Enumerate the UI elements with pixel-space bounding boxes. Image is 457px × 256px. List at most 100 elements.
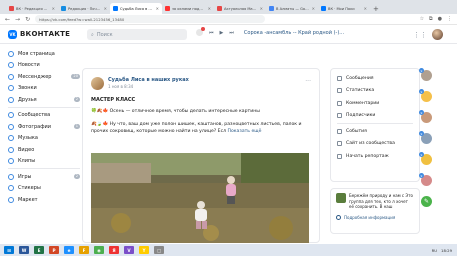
close-tab-icon[interactable]: ✕: [312, 6, 315, 11]
unread-badge: 9: [419, 131, 424, 136]
menu-item-label: Комментарии: [346, 100, 380, 106]
language-indicator[interactable]: RU: [432, 248, 437, 253]
play-icon[interactable]: ▶: [220, 30, 224, 36]
tab-label: Судьба Лиса в наших руках: [120, 6, 154, 11]
brand-name[interactable]: ВКОНТАКТЕ: [20, 30, 70, 38]
taskbar-app-icon[interactable]: W: [19, 246, 29, 254]
sidebar-item[interactable]: Звонки: [8, 83, 80, 95]
now-playing-track[interactable]: Сорока -ансамбль -- Край родной (-)...: [244, 30, 344, 36]
sidebar-item[interactable]: Моя страница: [8, 48, 80, 60]
sidebar-item[interactable]: Друзья 2: [8, 94, 80, 106]
menu-dots-icon[interactable]: ⋮: [447, 16, 452, 22]
taskbar-app-icon[interactable]: P: [49, 246, 59, 254]
browser-tab[interactable]: за окнами подмёт — Яндекс✕: [162, 3, 214, 14]
tab-favicon-icon: [269, 6, 274, 11]
vk-logo-icon[interactable]: VK: [8, 29, 17, 39]
sidebar-item[interactable]: Игры 2: [8, 171, 80, 183]
post-more-icon[interactable]: ···: [305, 78, 311, 85]
community-menu-item[interactable]: Начать репортаж: [337, 150, 413, 163]
group-avatar[interactable]: [91, 77, 104, 90]
sidebar-item-label: Мессенджер: [18, 73, 52, 80]
close-tab-icon[interactable]: ✕: [260, 6, 263, 11]
taskbar-app-icon[interactable]: ◉: [94, 246, 104, 254]
community-menu-item[interactable]: Сообщения: [337, 72, 413, 85]
profile-icon[interactable]: ●: [438, 16, 442, 22]
chat-avatar[interactable]: 9: [419, 110, 432, 123]
tab-favicon-icon: [165, 6, 170, 11]
chat-avatar[interactable]: 9: [419, 152, 432, 165]
sidebar-item-count: 20: [71, 74, 80, 80]
close-tab-icon[interactable]: ✕: [208, 6, 211, 11]
close-tab-icon[interactable]: ✕: [156, 6, 159, 11]
group-name-link[interactable]: Судьба Лиса в наших руках: [108, 77, 189, 83]
sidebar-item-icon: [8, 85, 14, 92]
close-tab-icon[interactable]: ✕: [364, 6, 367, 11]
taskbar-app-icon[interactable]: Y: [139, 246, 149, 254]
sidebar-item-label: Маркет: [18, 196, 38, 203]
start-button[interactable]: ⊞: [4, 246, 14, 254]
sidebar-item[interactable]: Маркет: [8, 194, 80, 206]
windows-taskbar: ⊞ W E Pe F ◉ Я V Y □ RU 18:29: [0, 244, 457, 256]
new-tab-button[interactable]: +: [373, 5, 379, 13]
close-tab-icon[interactable]: ✕: [104, 6, 107, 11]
sidebar-item-label: Моя страница: [18, 50, 55, 57]
forward-arrow-icon[interactable]: →: [15, 16, 20, 23]
browser-tab[interactable]: Судьба Лиса в наших руках✕: [110, 3, 162, 14]
apps-grid-icon[interactable]: ⋮⋮: [413, 31, 427, 39]
extensions-icon[interactable]: ⧉: [429, 16, 433, 22]
taskbar-app-icon[interactable]: V: [124, 246, 134, 254]
community-menu-item[interactable]: Статистика: [337, 85, 413, 98]
browser-tab[interactable]: ВК · Мои Паки ✕: [318, 3, 370, 14]
browser-tab[interactable]: Редакция · Почта Mail.ru✕: [58, 3, 110, 14]
sidebar-item[interactable]: Новости: [8, 60, 80, 72]
taskbar-app-icon[interactable]: E: [34, 246, 44, 254]
browser-tab[interactable]: В Алматы — Google ✕: [266, 3, 318, 14]
sidebar-item[interactable]: Клипы: [8, 156, 80, 168]
sidebar-item[interactable]: Мессенджер 20: [8, 71, 80, 83]
taskbar-app-icon[interactable]: F: [79, 246, 89, 254]
close-tab-icon[interactable]: ✕: [52, 6, 55, 11]
post-date[interactable]: 1 ноя в 8:34: [108, 84, 189, 89]
taskbar-app-icon[interactable]: □: [154, 246, 164, 254]
clock[interactable]: 18:29: [441, 248, 452, 253]
tab-label: ВК · Редакция — Будь: [16, 6, 50, 11]
browser-tab[interactable]: Актуальная Марина К.✕: [214, 3, 266, 14]
next-track-icon[interactable]: ⏭: [229, 30, 234, 36]
post-photo[interactable]: [91, 153, 309, 243]
notifications-bell-icon[interactable]: [196, 27, 205, 36]
sidebar-item-count: 2: [73, 174, 80, 180]
community-menu-item[interactable]: Сайт из сообщества: [337, 138, 413, 151]
unread-badge: 9: [419, 152, 424, 157]
more-info-link[interactable]: Подробная информация: [336, 214, 414, 220]
sidebar-item[interactable]: Фотографии 1: [8, 121, 80, 133]
chat-avatar[interactable]: 9: [419, 68, 432, 81]
sidebar-item[interactable]: Сообщества: [8, 110, 80, 122]
community-menu-item[interactable]: События: [337, 125, 413, 138]
post-intro-line: 🍀🍂🍁 Осень — отличное время, чтобы делать…: [91, 109, 260, 114]
sidebar-item[interactable]: Стикеры: [8, 183, 80, 195]
chat-rail: 9 9 9 9 9 9 ✎: [419, 68, 435, 217]
browser-tab[interactable]: ВК · Редакция — Будь✕: [6, 3, 58, 14]
community-menu-item[interactable]: Подписчики: [337, 110, 413, 123]
compose-message-button[interactable]: ✎: [421, 196, 432, 207]
chat-avatar[interactable]: 9: [419, 89, 432, 102]
chat-avatar[interactable]: 9: [419, 131, 432, 144]
chat-avatar[interactable]: 9: [419, 173, 432, 186]
menu-item-icon: [337, 100, 342, 106]
bookmark-icon[interactable]: ☆: [420, 16, 424, 22]
taskbar-app-icon[interactable]: Я: [109, 246, 119, 254]
search-input[interactable]: ⌕ Поиск: [87, 29, 187, 40]
prev-track-icon[interactable]: ⏮: [209, 30, 214, 36]
taskbar-app-icon[interactable]: e: [64, 246, 74, 254]
show-more-link[interactable]: Показать ещё: [228, 129, 262, 134]
back-arrow-icon[interactable]: ←: [5, 16, 10, 23]
community-menu-item[interactable]: Комментарии: [337, 97, 413, 110]
url-field[interactable]: https://vk.com/feed?w=wall-2123456_13480: [35, 15, 266, 23]
reload-icon[interactable]: ↻: [25, 16, 30, 23]
sidebar-item[interactable]: Видео: [8, 144, 80, 156]
notification-dot: [201, 27, 205, 31]
user-avatar[interactable]: [432, 29, 443, 40]
sidebar-item-icon: [8, 123, 14, 130]
sidebar-item[interactable]: Музыка: [8, 133, 80, 145]
community-thumbnail: [336, 193, 346, 203]
